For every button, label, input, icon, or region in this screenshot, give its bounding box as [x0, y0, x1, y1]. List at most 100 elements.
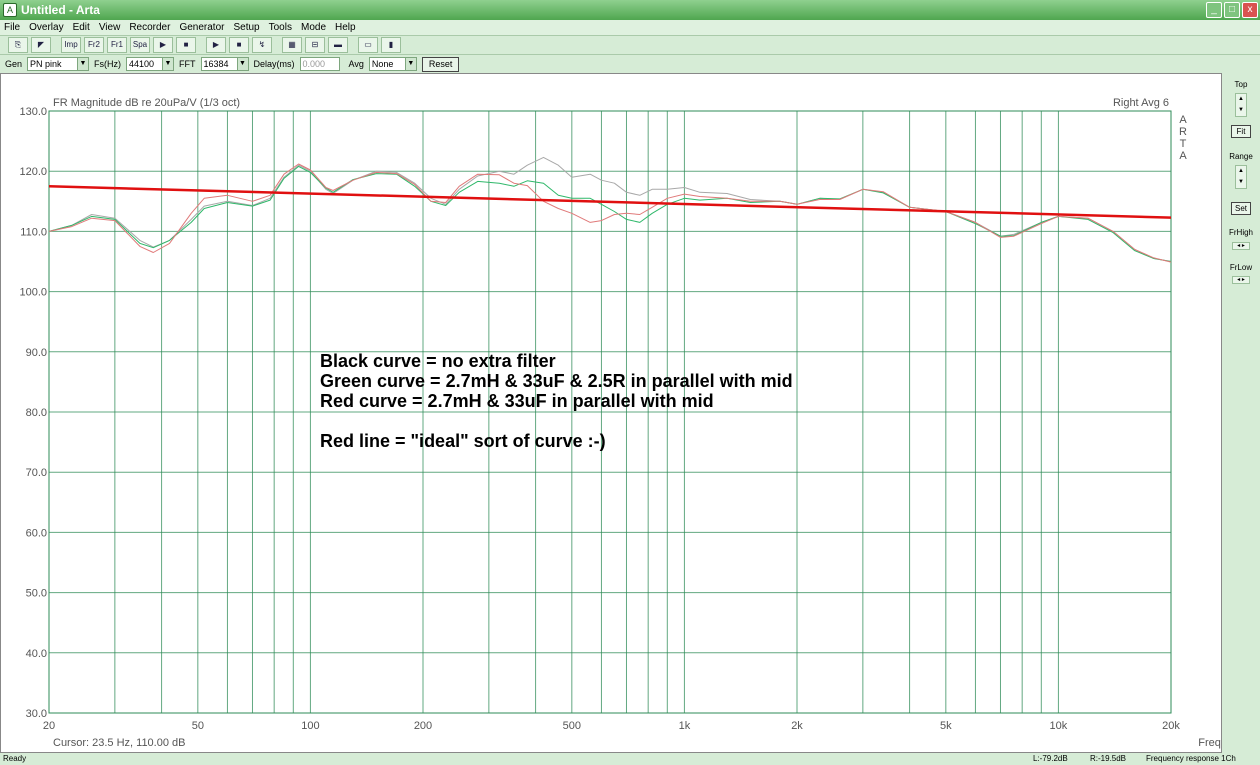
- frlow-stepper[interactable]: ◂ ▸: [1232, 276, 1250, 284]
- chevron-down-icon: ▼: [162, 58, 174, 70]
- spa-icon[interactable]: Spa: [130, 37, 150, 53]
- menu-help[interactable]: Help: [335, 22, 356, 33]
- left-level: L:-79.2dB: [1033, 754, 1068, 763]
- frlow-label: FrLow: [1229, 263, 1253, 272]
- avg-value: None: [371, 59, 394, 69]
- stop2-icon[interactable]: ■: [229, 37, 249, 53]
- arta-app-icon: A: [3, 3, 17, 17]
- mode-status: Frequency response 1Ch: [1146, 754, 1236, 763]
- menu-recorder[interactable]: Recorder: [129, 22, 170, 33]
- y-tick-label: 90.0: [26, 347, 47, 359]
- arta-watermark-letter: A: [1179, 114, 1187, 126]
- impulse-icon[interactable]: Imp: [61, 37, 81, 53]
- y-tick-label: 60.0: [26, 527, 47, 539]
- calib-icon[interactable]: ↯: [252, 37, 272, 53]
- x-tick-label: 10k: [1050, 720, 1068, 732]
- fft-value: 16384: [203, 59, 229, 69]
- title-bar: A Untitled - Arta _ □ x: [0, 0, 1260, 20]
- fr1-icon[interactable]: Fr1: [107, 37, 127, 53]
- avg-select[interactable]: None ▼: [368, 57, 417, 71]
- chart-channel-label: Right Avg 6: [1113, 97, 1169, 109]
- play-icon[interactable]: ▶: [206, 37, 226, 53]
- top-spinner[interactable]: ▲ ▼: [1235, 93, 1247, 117]
- annotation-line: Red curve = 2.7mH & 33uF in parallel wit…: [320, 391, 714, 411]
- y-tick-label: 110.0: [20, 226, 47, 238]
- menu-bar: File Overlay Edit View Recorder Generator Setu…: [0, 20, 1260, 35]
- stop-icon[interactable]: ■: [176, 37, 196, 53]
- fft-label: FFT: [179, 59, 196, 69]
- menu-setup[interactable]: Setup: [233, 22, 259, 33]
- right-level: R:-19.5dB: [1090, 754, 1127, 763]
- generator-select[interactable]: PN pink ▼: [27, 57, 90, 71]
- minimize-button[interactable]: _: [1206, 2, 1222, 18]
- menu-tools[interactable]: Tools: [269, 22, 292, 33]
- cursor-icon[interactable]: ◤: [31, 37, 51, 53]
- y-tick-label: 130.0: [19, 106, 47, 118]
- toolbar-separator: [275, 37, 279, 53]
- window-controls: _ □ x: [1206, 2, 1258, 18]
- x-tick-label: 500: [563, 720, 581, 732]
- arta-watermark-letter: A: [1179, 150, 1187, 162]
- chart-title: FR Magnitude dB re 20uPa/V (1/3 oct): [53, 97, 240, 109]
- menu-generator[interactable]: Generator: [179, 22, 224, 33]
- chevron-down-icon: ▼: [236, 58, 248, 70]
- battery-icon[interactable]: ▮: [381, 37, 401, 53]
- chevron-down-icon: ▼: [77, 58, 89, 70]
- generator-bar: Gen PN pink ▼ Fs(Hz) 44100 ▼ FFT 16384 ▼ De…: [0, 55, 1260, 73]
- y-tick-label: 40.0: [26, 648, 47, 660]
- frhigh-label: FrHigh: [1228, 228, 1253, 237]
- screen-icon[interactable]: ▭: [358, 37, 378, 53]
- y-tick-label: 80.0: [26, 407, 47, 419]
- sample-rate-value: 44100: [129, 59, 155, 69]
- meter-icon[interactable]: ⊟: [305, 37, 325, 53]
- fft-select[interactable]: 16384 ▼: [200, 57, 249, 71]
- avg-label: Avg: [348, 59, 364, 69]
- reset-button[interactable]: Reset: [421, 56, 460, 72]
- annotation-line: Green curve = 2.7mH & 33uF & 2.5R in par…: [320, 371, 793, 391]
- arta-watermark-letter: T: [1180, 138, 1187, 150]
- series-line-curve: [48, 185, 1172, 219]
- x-tick-label: 1k: [679, 720, 691, 732]
- status-bar: Ready L:-79.2dB R:-19.5dB Frequency resp…: [0, 753, 1260, 765]
- record-icon[interactable]: ▶: [153, 37, 173, 53]
- delay-label: Delay(ms): [253, 59, 295, 69]
- fit-button[interactable]: Fit: [1231, 125, 1251, 138]
- copy-icon[interactable]: ⎘: [8, 37, 28, 53]
- x-tick-label: 2k: [791, 720, 803, 732]
- close-button[interactable]: x: [1242, 2, 1258, 18]
- delay-input[interactable]: 0.000: [299, 57, 340, 71]
- x-tick-label: 5k: [940, 720, 952, 732]
- toolbar: ⎘ ◤ Imp Fr2 Fr1 Spa ▶ ■ ▶ ■ ↯ ▦ ⊟ ▬ ▭ ▮: [0, 35, 1260, 55]
- range-spinner[interactable]: ▲ ▼: [1235, 165, 1247, 189]
- x-axis-label: Frequency(Hz): [1198, 737, 1221, 749]
- arta-watermark-letter: R: [1179, 126, 1187, 138]
- fs-label: Fs(Hz): [94, 59, 122, 69]
- menu-view[interactable]: View: [99, 22, 121, 33]
- set-button[interactable]: Set: [1231, 202, 1251, 215]
- x-tick-label: 50: [192, 720, 204, 732]
- maximize-button[interactable]: □: [1224, 2, 1240, 18]
- toolbar-separator: [351, 37, 355, 53]
- level-icon[interactable]: ▬: [328, 37, 348, 53]
- cursor-readout: Cursor: 23.5 Hz, 110.00 dB: [53, 737, 185, 749]
- x-tick-label: 200: [414, 720, 432, 732]
- chart-panel[interactable]: 130.0 120.0 110.0 100.0 90.0 80.0 70.0 60.0 50.0…: [0, 73, 1260, 753]
- frhigh-stepper[interactable]: ◂ ▸: [1232, 242, 1250, 250]
- status-text: Ready: [3, 754, 27, 763]
- y-tick-label: 50.0: [26, 588, 47, 600]
- annotation-line: Black curve = no extra filter: [320, 351, 556, 371]
- menu-overlay[interactable]: Overlay: [29, 22, 63, 33]
- grid-icon[interactable]: ▦: [282, 37, 302, 53]
- toolbar-separator: [54, 37, 58, 53]
- chart-annotations: Black curve = no extra filter Green curve…: [320, 351, 793, 451]
- menu-edit[interactable]: Edit: [73, 22, 90, 33]
- x-tick-label: 100: [301, 720, 319, 732]
- menu-file[interactable]: File: [4, 22, 20, 33]
- fr2-icon[interactable]: Fr2: [84, 37, 104, 53]
- gen-label: Gen: [5, 59, 23, 69]
- menu-mode[interactable]: Mode: [301, 22, 326, 33]
- y-tick-label: 120.0: [19, 166, 47, 178]
- y-tick-label: 100.0: [19, 287, 47, 299]
- sample-rate-select[interactable]: 44100 ▼: [126, 57, 175, 71]
- x-tick-label: 20k: [1162, 720, 1180, 732]
